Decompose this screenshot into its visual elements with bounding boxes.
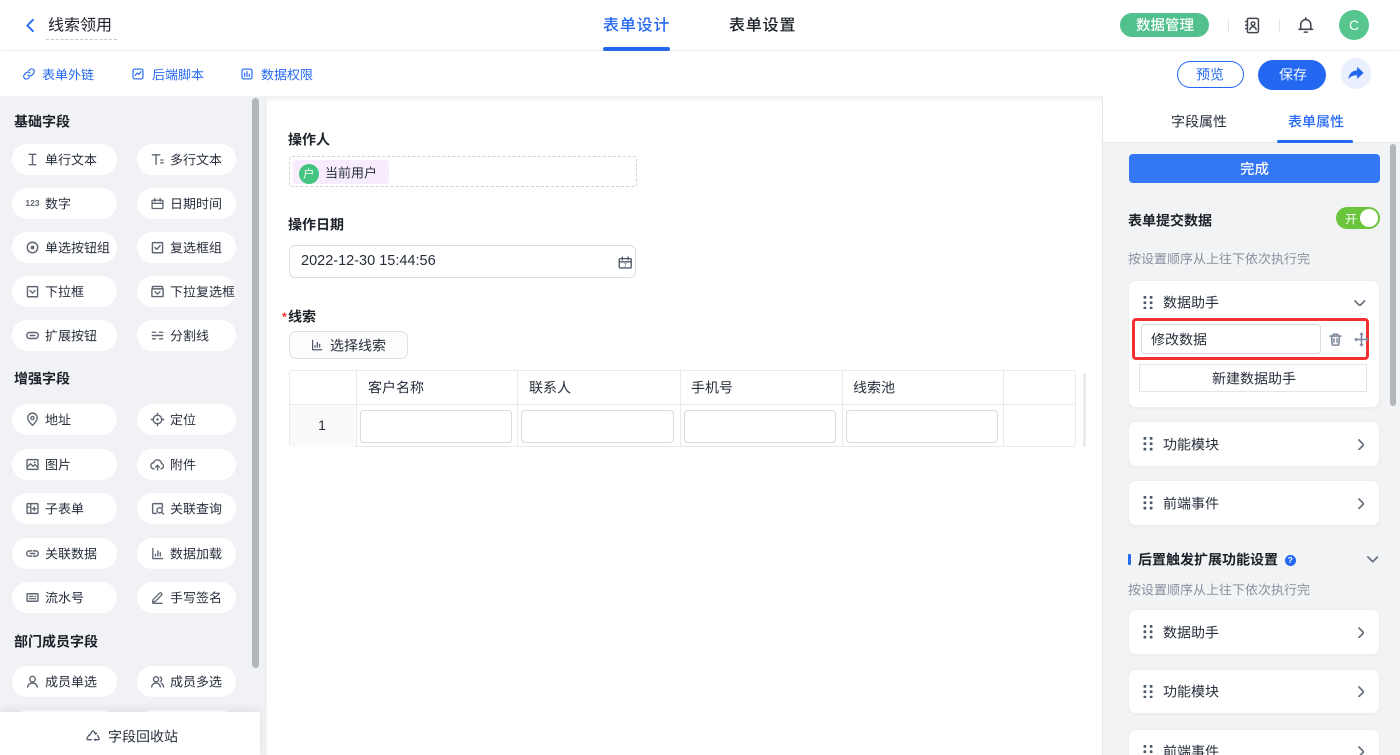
svg-text:7: 7 [624, 262, 627, 268]
